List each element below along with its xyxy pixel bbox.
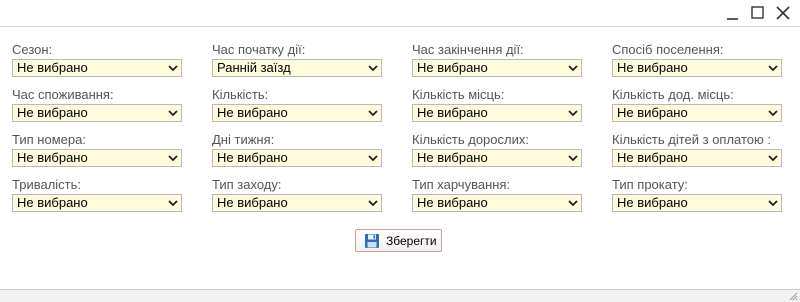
dropdown-selected-value: Не вибрано xyxy=(417,105,488,120)
dropdown-selected-value: Не вибрано xyxy=(217,195,288,210)
field-label: Кількість місць: xyxy=(412,87,505,102)
dropdown-select[interactable]: Не вибрано xyxy=(612,104,782,122)
title-bar xyxy=(0,0,800,27)
field-label: Час споживання: xyxy=(12,87,114,102)
dropdown-selected-value: Не вибрано xyxy=(417,150,488,165)
chevron-down-icon xyxy=(368,155,378,162)
field-label: Час закінчення дії: xyxy=(412,42,524,57)
chevron-down-icon xyxy=(368,200,378,207)
dropdown-select[interactable]: Не вибрано xyxy=(612,59,782,77)
dropdown-selected-value: Не вибрано xyxy=(217,105,288,120)
dropdown-select[interactable]: Не вибрано xyxy=(12,59,182,77)
dropdown-select[interactable]: Ранній заїзд xyxy=(212,59,382,77)
dropdown-select[interactable]: Не вибрано xyxy=(612,194,782,212)
dropdown-select[interactable]: Не вибрано xyxy=(412,149,582,167)
resize-grip-icon[interactable] xyxy=(789,292,798,301)
field-label: Дні тижня: xyxy=(212,132,275,147)
dropdown-select[interactable]: Не вибрано xyxy=(12,104,182,122)
chevron-down-icon xyxy=(168,65,178,72)
chevron-down-icon xyxy=(568,110,578,117)
dropdown-selected-value: Не вибрано xyxy=(617,105,688,120)
dropdown-select[interactable]: Не вибрано xyxy=(412,194,582,212)
dropdown-select[interactable]: Не вибрано xyxy=(212,194,382,212)
dropdown-select[interactable]: Не вибрано xyxy=(612,149,782,167)
minimize-button[interactable] xyxy=(723,3,743,23)
chevron-down-icon xyxy=(568,200,578,207)
field-label: Кількість: xyxy=(212,87,269,102)
field-label: Кількість дод. місць: xyxy=(612,87,734,102)
chevron-down-icon xyxy=(768,200,778,207)
status-bar xyxy=(0,289,800,302)
chevron-down-icon xyxy=(168,155,178,162)
dropdown-select[interactable]: Не вибрано xyxy=(12,194,182,212)
field-label: Спосіб поселення: xyxy=(612,42,724,57)
field-label: Тип номера: xyxy=(12,132,86,147)
close-icon xyxy=(776,6,790,20)
close-button[interactable] xyxy=(773,3,793,23)
dropdown-selected-value: Не вибрано xyxy=(417,60,488,75)
chevron-down-icon xyxy=(768,65,778,72)
chevron-down-icon xyxy=(568,155,578,162)
chevron-down-icon xyxy=(168,200,178,207)
field-label: Час початку дії: xyxy=(212,42,306,57)
dropdown-selected-value: Не вибрано xyxy=(617,195,688,210)
field-label: Кількість дітей з оплатою : xyxy=(612,132,772,147)
save-button-label: Зберегти xyxy=(386,234,437,248)
dropdown-selected-value: Не вибрано xyxy=(17,60,88,75)
floppy-disk-icon xyxy=(365,234,379,248)
dropdown-selected-value: Не вибрано xyxy=(617,60,688,75)
chevron-down-icon xyxy=(368,65,378,72)
dropdown-selected-value: Не вибрано xyxy=(617,150,688,165)
field-label: Тривалість: xyxy=(12,177,82,192)
dropdown-select[interactable]: Не вибрано xyxy=(12,149,182,167)
dropdown-select[interactable]: Не вибрано xyxy=(412,59,582,77)
dropdown-selected-value: Не вибрано xyxy=(17,105,88,120)
dropdown-select[interactable]: Не вибрано xyxy=(212,104,382,122)
chevron-down-icon xyxy=(768,110,778,117)
dropdown-selected-value: Не вибрано xyxy=(17,150,88,165)
dropdown-select[interactable]: Не вибрано xyxy=(412,104,582,122)
field-label: Сезон: xyxy=(12,42,53,57)
dropdown-selected-value: Ранній заїзд xyxy=(217,60,291,75)
dropdown-selected-value: Не вибрано xyxy=(17,195,88,210)
dropdown-selected-value: Не вибрано xyxy=(417,195,488,210)
maximize-button[interactable] xyxy=(748,3,768,23)
chevron-down-icon xyxy=(368,110,378,117)
save-button[interactable]: Зберегти xyxy=(355,229,442,252)
field-label: Тип прокату: xyxy=(612,177,688,192)
chevron-down-icon xyxy=(568,65,578,72)
field-label: Тип заходу: xyxy=(212,177,282,192)
field-label: Кількість дорослих: xyxy=(412,132,529,147)
maximize-icon xyxy=(751,6,764,19)
dropdown-select[interactable]: Не вибрано xyxy=(212,149,382,167)
chevron-down-icon xyxy=(768,155,778,162)
minimize-icon xyxy=(727,18,738,20)
chevron-down-icon xyxy=(168,110,178,117)
field-label: Тип харчування: xyxy=(412,177,511,192)
dropdown-selected-value: Не вибрано xyxy=(217,150,288,165)
